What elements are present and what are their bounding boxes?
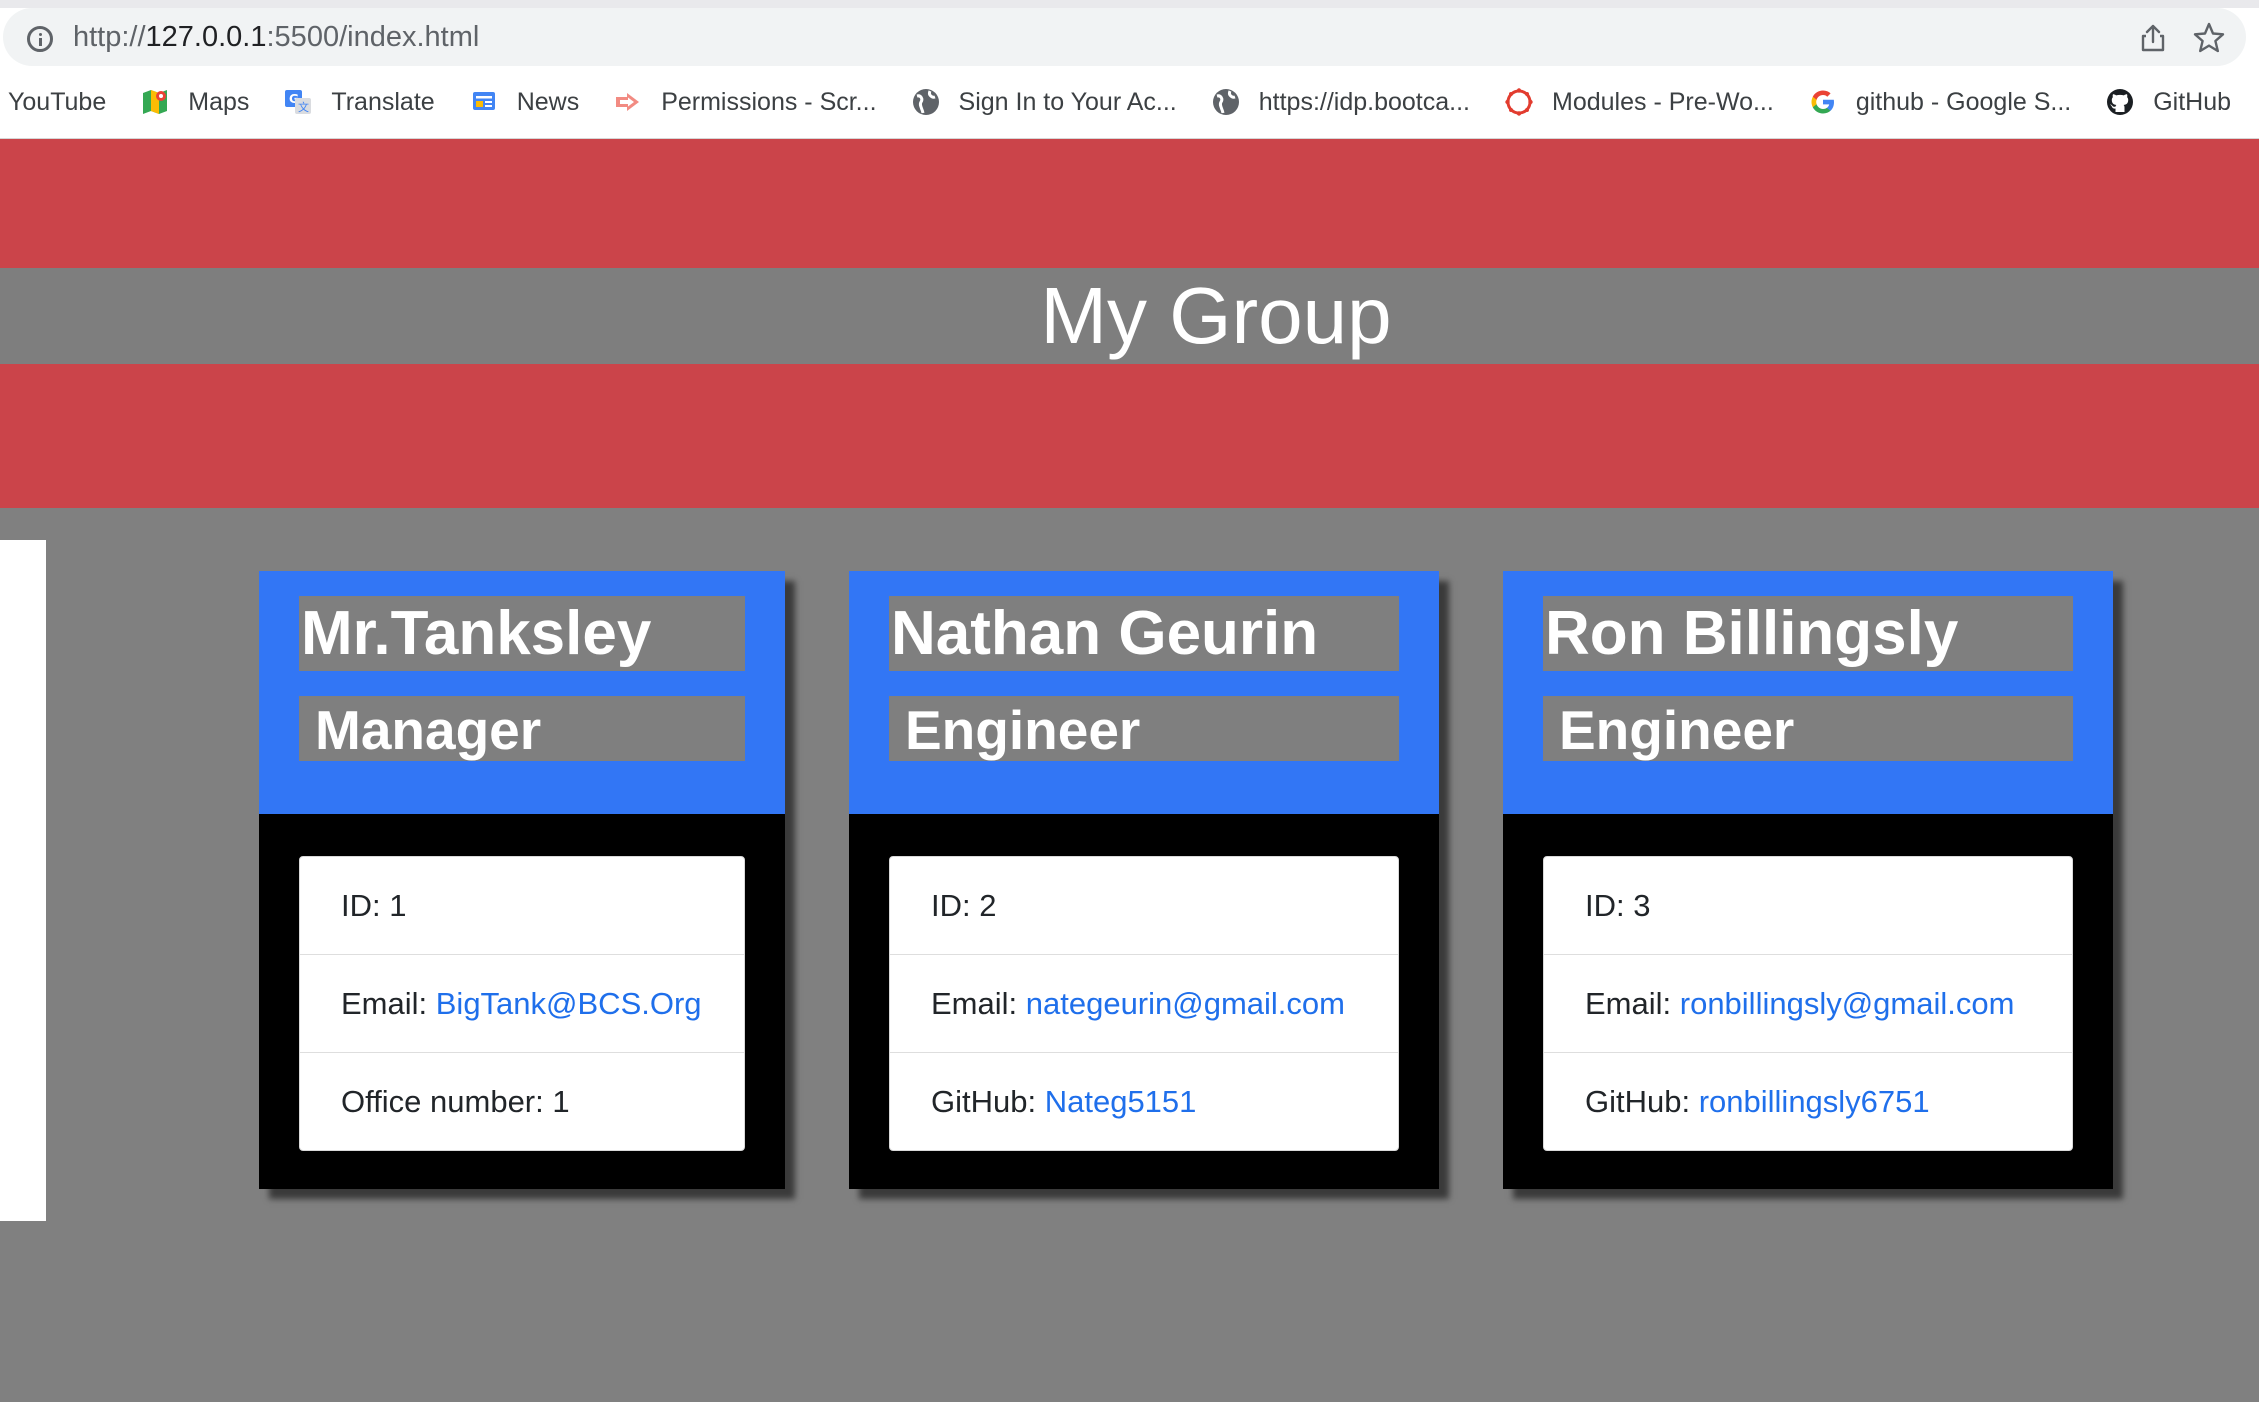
employee-role: Engineer <box>1543 696 2073 761</box>
bookmark-sign-in[interactable]: Sign In to Your Ac... <box>911 78 1177 126</box>
office-label: Office number: <box>341 1084 553 1119</box>
permissions-icon <box>613 87 643 117</box>
employee-card-engineer: Nathan Geurin Engineer ID: 2 Email: nate… <box>849 571 1439 1189</box>
share-icon[interactable] <box>2138 23 2168 53</box>
email-link[interactable]: ronbillingsly@gmail.com <box>1680 986 2015 1021</box>
card-header: Ron Billingsly Engineer <box>1503 571 2113 814</box>
svg-text:文: 文 <box>298 100 309 114</box>
bookmark-label: Translate <box>331 87 435 116</box>
office-value: 1 <box>552 1084 570 1119</box>
employee-email: Email: BigTank@BCS.Org <box>300 955 744 1053</box>
globe-icon <box>911 87 941 117</box>
bookmark-youtube[interactable]: YouTube <box>8 78 106 126</box>
bookmark-label: News <box>516 87 580 116</box>
email-label: Email: <box>341 986 436 1021</box>
left-panel-edge <box>0 540 46 1221</box>
email-label: Email: <box>1585 986 1680 1021</box>
url-prefix: http:// <box>73 21 146 53</box>
id-value: 2 <box>979 888 997 923</box>
bookmark-github[interactable]: GitHub <box>2105 78 2231 126</box>
bookmarks-bar: YouTube Maps G文 Translate News Permissio… <box>0 78 2259 126</box>
google-icon <box>1808 87 1838 117</box>
bookmark-google-search[interactable]: github - Google S... <box>1808 78 2071 126</box>
employee-info-list: ID: 3 Email: ronbillingsly@gmail.com Git… <box>1543 856 2073 1151</box>
address-bar[interactable]: http://127.0.0.1:5500/index.html <box>3 8 2246 66</box>
site-info-icon[interactable] <box>27 26 53 52</box>
employee-office-number: Office number: 1 <box>300 1053 744 1151</box>
github-link[interactable]: ronbillingsly6751 <box>1699 1084 1930 1119</box>
employee-id: ID: 1 <box>300 857 744 955</box>
employee-github: GitHub: ronbillingsly6751 <box>1544 1053 2072 1151</box>
header-banner-top <box>0 139 2259 268</box>
employee-role: Engineer <box>889 696 1399 761</box>
email-label: Email: <box>931 986 1026 1021</box>
card-header: Nathan Geurin Engineer <box>849 571 1439 814</box>
bookmark-news[interactable]: News <box>469 78 580 126</box>
bookmark-modules[interactable]: Modules - Pre-Wo... <box>1504 78 1774 126</box>
bookmark-translate[interactable]: G文 Translate <box>283 78 435 126</box>
bookmark-idp-bootcamp[interactable]: https://idp.bootca... <box>1211 78 1470 126</box>
maps-icon <box>140 87 170 117</box>
github-label: GitHub: <box>1585 1084 1699 1119</box>
browser-chrome: http://127.0.0.1:5500/index.html YouTube… <box>0 0 2259 139</box>
github-icon <box>2105 87 2135 117</box>
page-body: My Group Mr.Tanksley Manager ID: 1 Email… <box>0 139 2259 1402</box>
bookmark-label: github - Google S... <box>1855 87 2072 116</box>
url-host: 127.0.0.1 <box>145 21 267 53</box>
employee-info-list: ID: 2 Email: nategeurin@gmail.com GitHub… <box>889 856 1399 1151</box>
bookmark-label: Maps <box>188 87 250 116</box>
id-label: ID: <box>1585 888 1634 923</box>
bookmark-label: https://idp.bootca... <box>1258 87 1470 116</box>
id-label: ID: <box>931 888 980 923</box>
id-label: ID: <box>341 888 390 923</box>
email-link[interactable]: BigTank@BCS.Org <box>436 986 702 1021</box>
employee-card-manager: Mr.Tanksley Manager ID: 1 Email: BigTank… <box>259 571 785 1189</box>
github-link[interactable]: Nateg5151 <box>1045 1084 1197 1119</box>
id-value: 3 <box>1633 888 1651 923</box>
bookmark-label: Sign In to Your Ac... <box>958 87 1177 116</box>
url-path: :5500/index.html <box>266 21 480 53</box>
tab-strip <box>0 0 2259 8</box>
bookmark-label: YouTube <box>8 87 107 116</box>
news-icon <box>469 87 499 117</box>
employee-email: Email: ronbillingsly@gmail.com <box>1544 955 2072 1053</box>
bookmark-label: Modules - Pre-Wo... <box>1552 87 1774 116</box>
employee-email: Email: nategeurin@gmail.com <box>890 955 1398 1053</box>
employee-info-list: ID: 1 Email: BigTank@BCS.Org Office numb… <box>299 856 745 1151</box>
bookmark-star-icon[interactable] <box>2192 21 2226 55</box>
bookmark-label: GitHub <box>2153 87 2232 116</box>
canvas-icon <box>1504 87 1534 117</box>
bookmark-permissions[interactable]: Permissions - Scr... <box>613 78 877 126</box>
card-header: Mr.Tanksley Manager <box>259 571 785 814</box>
employee-name: Mr.Tanksley <box>299 596 745 671</box>
employee-id: ID: 2 <box>890 857 1398 955</box>
globe-icon <box>1211 87 1241 117</box>
translate-icon: G文 <box>283 87 313 117</box>
bookmark-label: Permissions - Scr... <box>661 87 877 116</box>
bookmark-maps[interactable]: Maps <box>140 78 249 126</box>
header-banner-bottom <box>0 364 2259 508</box>
page-title: My Group <box>1040 271 1392 360</box>
employee-name: Nathan Geurin <box>889 596 1399 671</box>
id-value: 1 <box>389 888 407 923</box>
employee-github: GitHub: Nateg5151 <box>890 1053 1398 1151</box>
github-label: GitHub: <box>931 1084 1045 1119</box>
url-text[interactable]: http://127.0.0.1:5500/index.html <box>73 21 479 53</box>
employee-id: ID: 3 <box>1544 857 2072 955</box>
employee-role: Manager <box>299 696 745 761</box>
employee-card-engineer: Ron Billingsly Engineer ID: 3 Email: ron… <box>1503 571 2113 1189</box>
email-link[interactable]: nategeurin@gmail.com <box>1026 986 1345 1021</box>
employee-name: Ron Billingsly <box>1543 596 2073 671</box>
